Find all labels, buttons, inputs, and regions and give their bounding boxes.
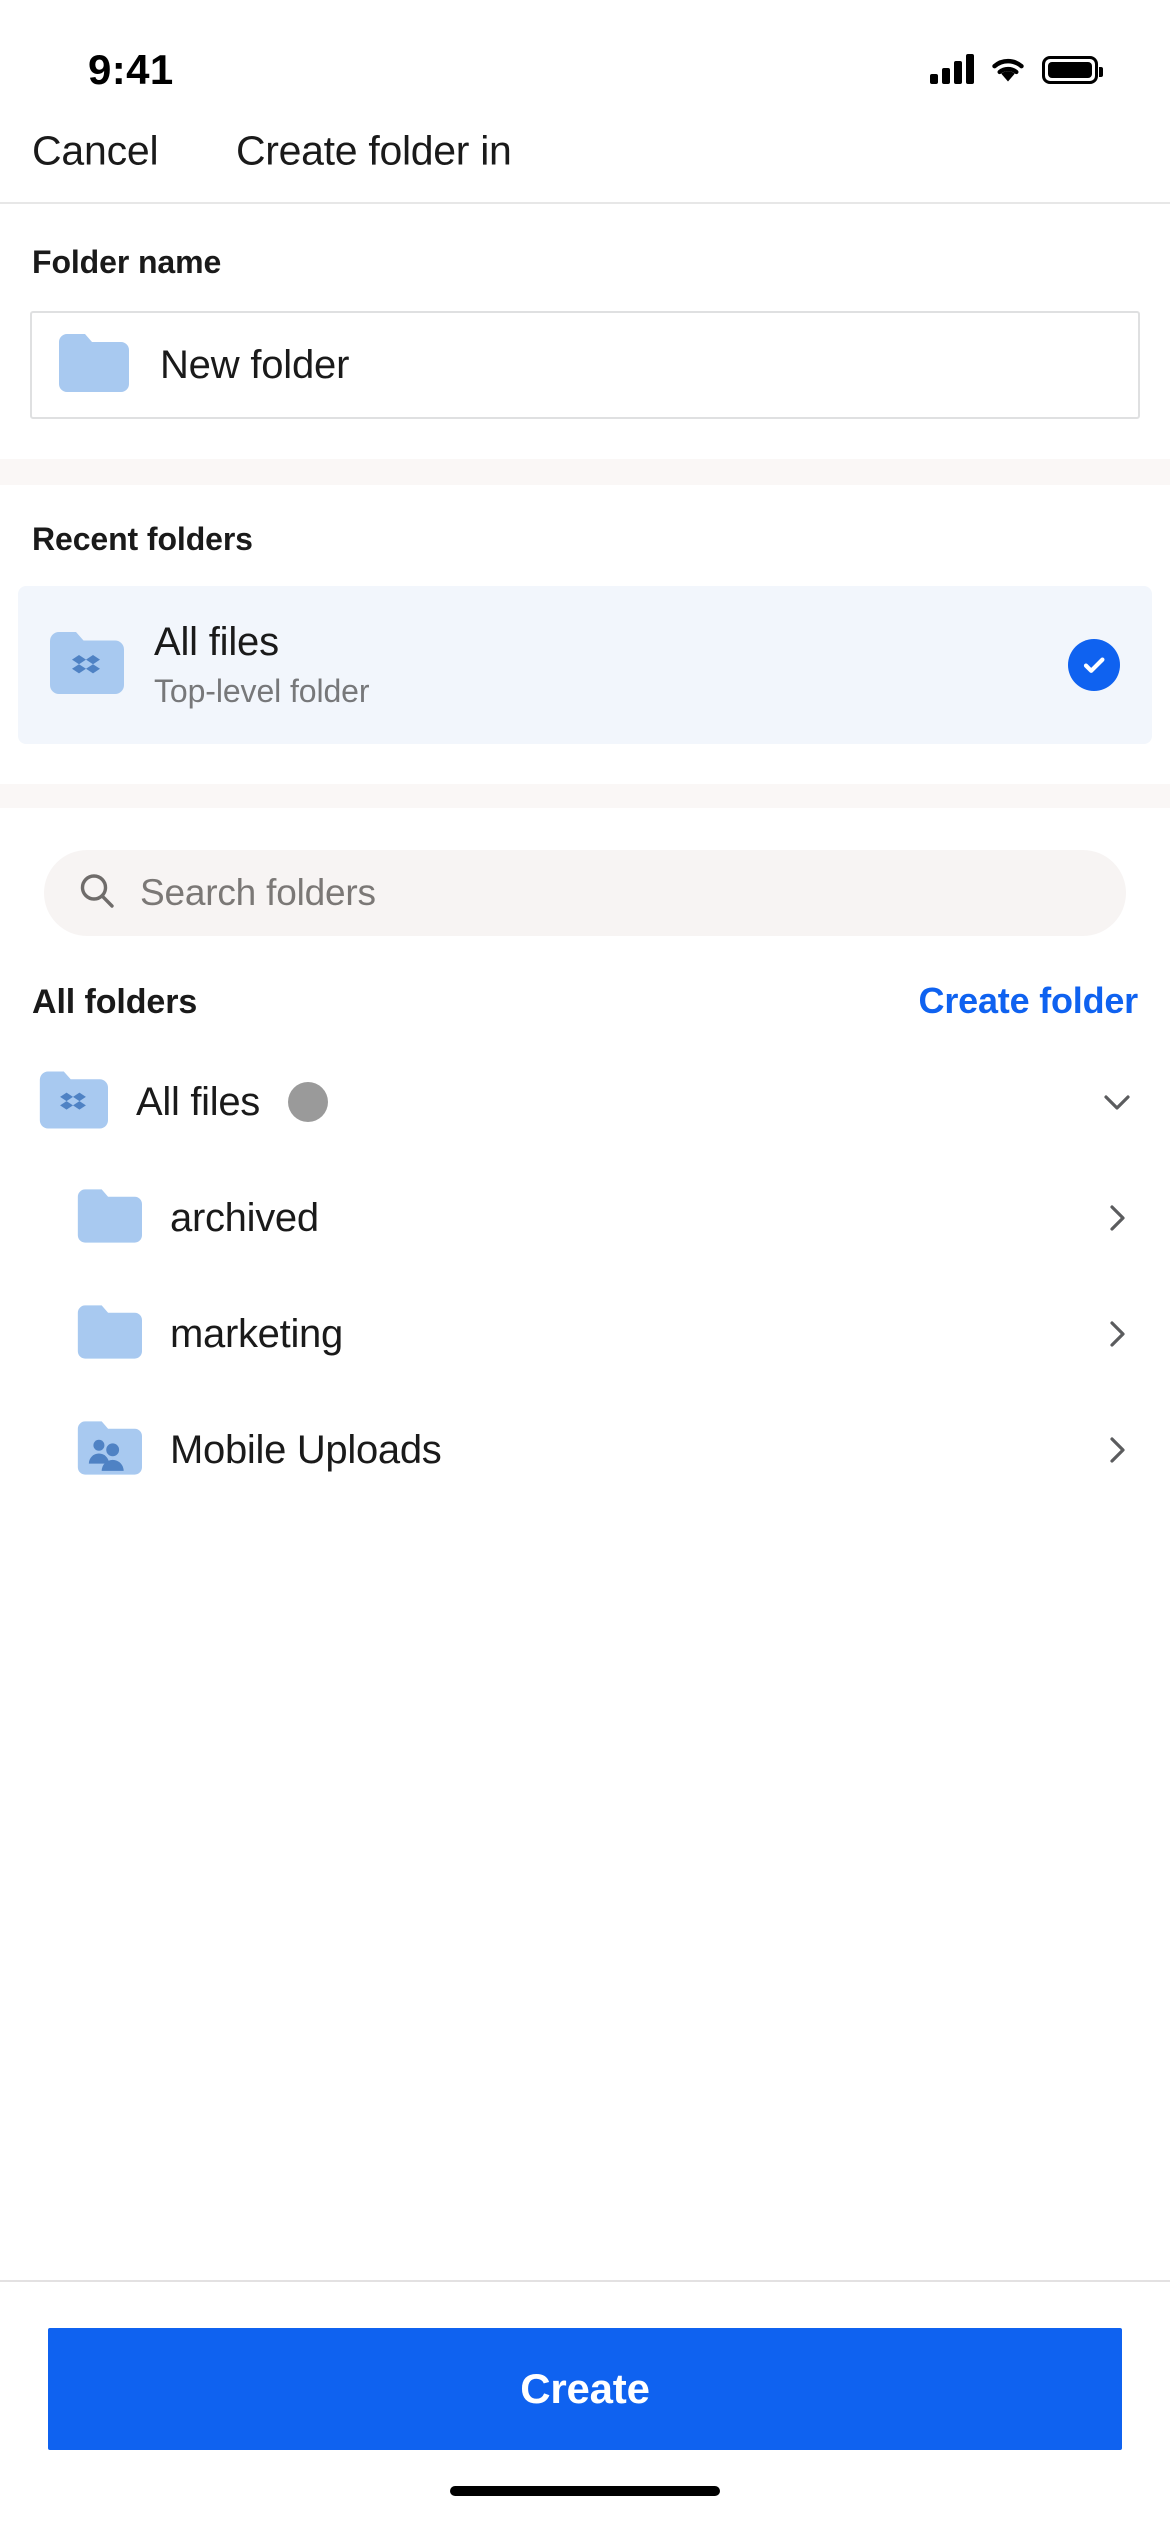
- tree-row-marketing[interactable]: marketing: [0, 1276, 1170, 1392]
- chevron-right-icon[interactable]: [1098, 1199, 1136, 1237]
- tree-row-label: All files: [136, 1079, 260, 1124]
- create-button[interactable]: Create: [48, 2328, 1122, 2450]
- cancel-button[interactable]: Cancel: [32, 128, 159, 175]
- chevron-right-icon[interactable]: [1098, 1431, 1136, 1469]
- home-indicator[interactable]: [450, 2486, 720, 2496]
- folder-icon: [57, 332, 129, 399]
- tree-row-label: Mobile Uploads: [170, 1427, 442, 1472]
- check-circle-icon[interactable]: [1068, 639, 1120, 691]
- status-bar: 9:41: [0, 0, 1170, 100]
- recent-folder-text: All files Top-level folder: [154, 620, 1068, 710]
- browse-section: All folders Create folder: [0, 808, 1170, 2280]
- search-icon: [76, 870, 118, 917]
- recent-folders-section: Recent folders All files Top-level folde…: [0, 485, 1170, 744]
- section-divider-band-1: [0, 459, 1170, 485]
- folder-icon: [76, 1187, 142, 1250]
- chevron-right-icon[interactable]: [1098, 1315, 1136, 1353]
- chevron-down-icon[interactable]: [1098, 1083, 1136, 1121]
- all-folders-header: All folders Create folder: [0, 936, 1170, 1022]
- dropbox-folder-icon: [48, 630, 124, 701]
- tree-row-label: archived: [170, 1195, 319, 1240]
- tree-row-all-files[interactable]: All files: [0, 1044, 1170, 1160]
- folder-name-section: Folder name: [0, 204, 1170, 419]
- footer-bar: Create: [0, 2280, 1170, 2450]
- status-bar-indicators: [930, 48, 1103, 84]
- folder-name-label: Folder name: [32, 244, 222, 280]
- section-divider-band-2: [0, 784, 1170, 808]
- home-indicator-area: [0, 2450, 1170, 2532]
- all-folders-title: All folders: [32, 983, 198, 1021]
- tree-row-label: marketing: [170, 1311, 343, 1356]
- status-bar-time: 9:41: [88, 46, 174, 93]
- tree-row-badge: [288, 1082, 328, 1122]
- folder-icon: [76, 1303, 142, 1366]
- dropbox-folder-icon: [38, 1069, 109, 1136]
- folder-name-input[interactable]: [160, 342, 640, 388]
- recent-folder-subtitle: Top-level folder: [154, 673, 370, 709]
- battery-icon: [1042, 56, 1103, 84]
- signal-bars-icon: [930, 54, 974, 84]
- tree-row-archived[interactable]: archived: [0, 1160, 1170, 1276]
- app-screen: 9:41 Cancel Create folder in Folder name: [0, 0, 1170, 2532]
- shared-folder-icon: [76, 1419, 142, 1482]
- search-input[interactable]: [140, 872, 1126, 914]
- create-folder-button[interactable]: Create folder: [919, 980, 1139, 1022]
- tree-row-mobile-uploads[interactable]: Mobile Uploads: [0, 1392, 1170, 1508]
- page-title: Create folder in: [236, 127, 512, 174]
- recent-folders-label: Recent folders: [32, 521, 253, 557]
- folder-tree: All files archived marketing Mobile Uplo…: [0, 1022, 1170, 1508]
- recent-folder-item[interactable]: All files Top-level folder: [18, 586, 1152, 744]
- recent-folder-title: All files: [154, 620, 279, 664]
- search-wrapper: [0, 808, 1170, 936]
- folder-name-field-wrapper[interactable]: [30, 311, 1140, 419]
- wifi-icon: [988, 54, 1028, 84]
- nav-bar: Cancel Create folder in: [0, 100, 1170, 204]
- search-bar[interactable]: [44, 850, 1126, 936]
